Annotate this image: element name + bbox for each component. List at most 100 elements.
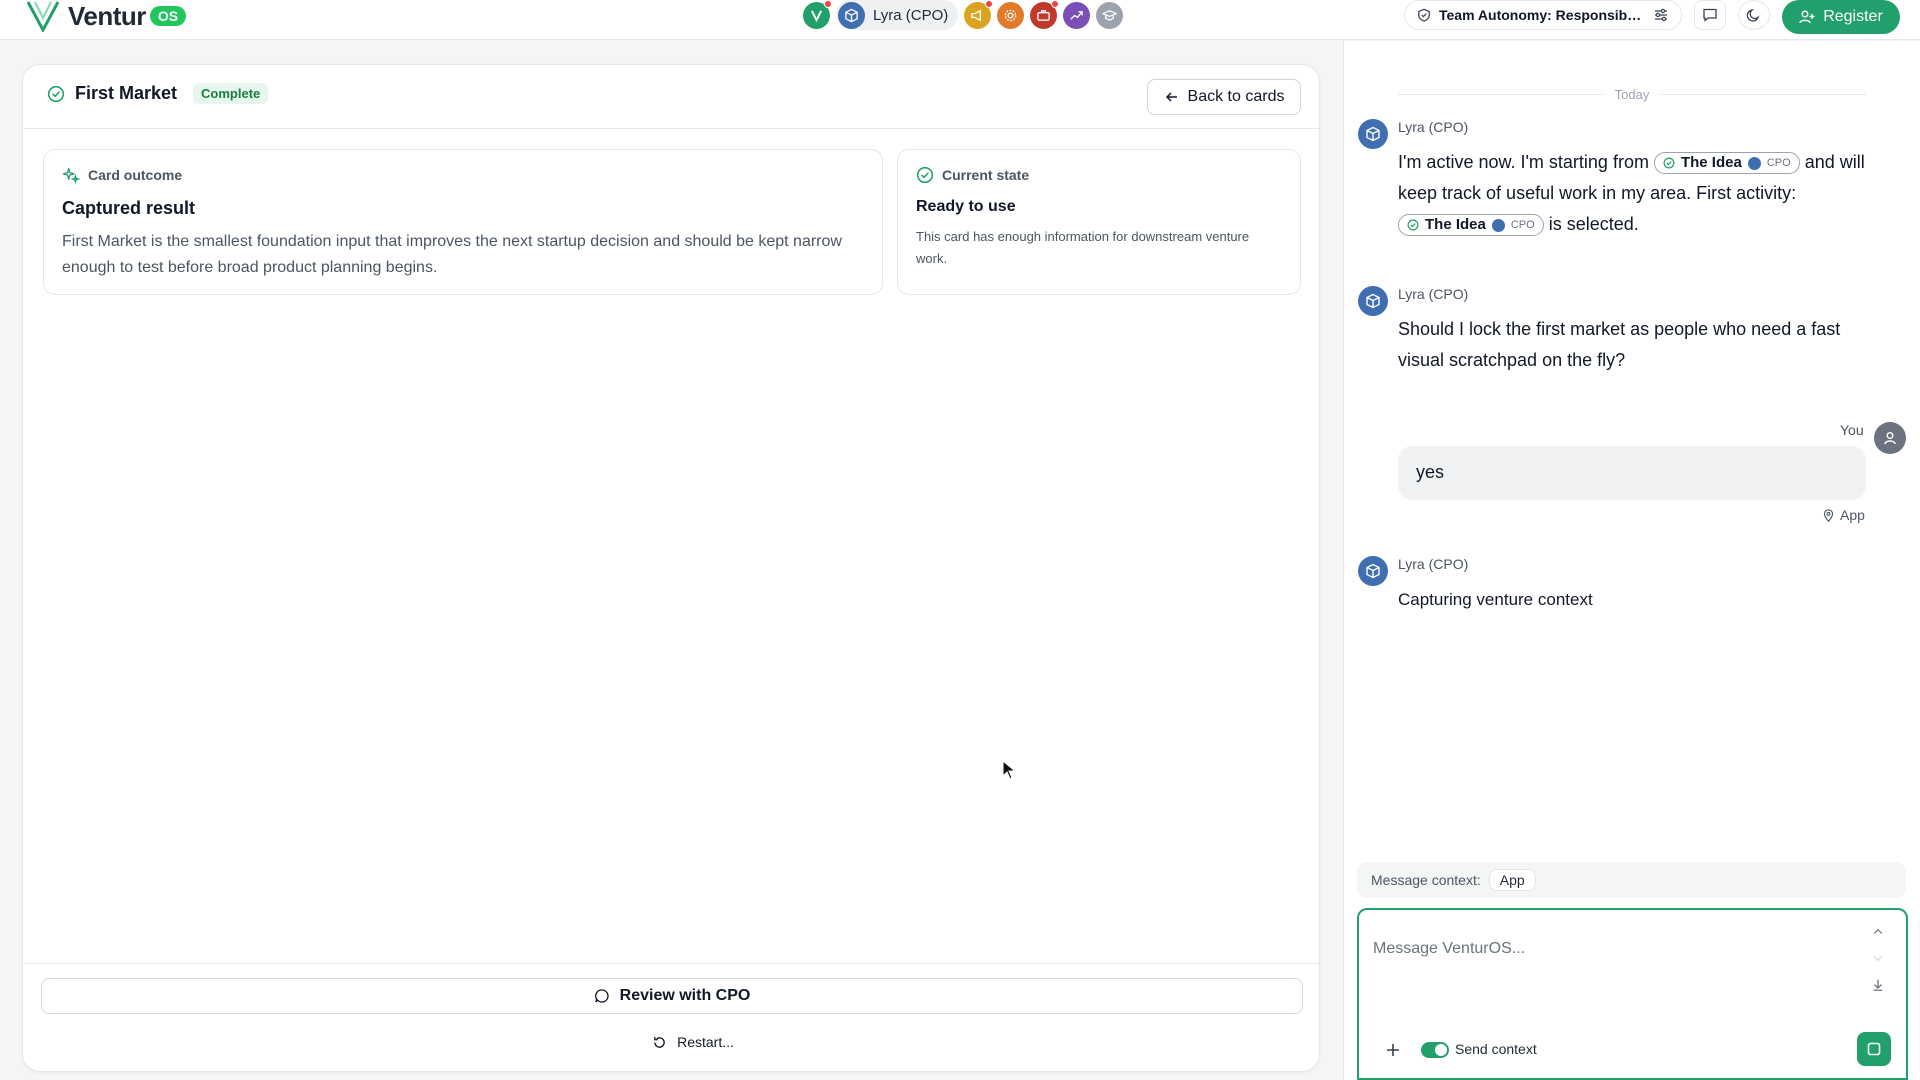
user-message-bubble: yes (1398, 446, 1866, 500)
chevron-down-icon[interactable] (1872, 952, 1884, 964)
card-detail-panel: First Market Complete Back to cards Card… (22, 64, 1320, 1072)
card-reference-chip[interactable]: The Idea CPO (1653, 152, 1800, 175)
notification-dot (824, 0, 832, 8)
cube-icon (845, 8, 858, 22)
message-input[interactable]: Message VenturOS... (1373, 940, 1525, 958)
message-context-bar: Message context: App (1357, 862, 1906, 898)
app-name: Ventur (68, 0, 146, 31)
card-reference-label: The Idea (1680, 154, 1742, 172)
arrow-left-icon (1165, 92, 1177, 102)
card-reference-label: The Idea (1425, 216, 1486, 234)
restart-button[interactable]: Restart... (623, 1028, 763, 1056)
active-agent-pill[interactable]: Lyra (CPO) (836, 0, 959, 30)
message-composer[interactable]: Message VenturOS... Send context (1357, 908, 1908, 1080)
top-bar: Ventur OS Lyra (CPO) Team Autonomy: Resp… (0, 0, 1920, 40)
mentor-agent-avatar[interactable] (1096, 1, 1124, 29)
message-context-title: Message context: (1371, 872, 1481, 888)
check-circle-icon (1407, 219, 1419, 231)
agent-switcher: Lyra (CPO) (803, 0, 1124, 30)
attach-button[interactable] (1385, 1038, 1401, 1064)
status-badge: Complete (193, 83, 269, 104)
register-label: Register (1823, 8, 1883, 25)
active-agent-label: Lyra (CPO) (873, 6, 949, 24)
back-to-cards-label: Back to cards (1187, 88, 1285, 105)
message-author: Lyra (CPO) (1398, 119, 1469, 135)
megaphone-icon (971, 9, 982, 21)
moon-icon (1746, 8, 1760, 22)
check-circle-icon (916, 166, 934, 184)
cpo-agent-dot (1747, 156, 1761, 170)
cube-icon (1366, 126, 1380, 142)
review-with-cpo-label: Review with CPO (619, 987, 751, 1004)
notification-dot (1051, 0, 1060, 8)
card-outcome-heading-row: Card outcome (62, 166, 864, 184)
briefcase-icon (1037, 9, 1051, 21)
sparkles-icon (62, 168, 80, 184)
chevron-up-icon[interactable] (1872, 926, 1884, 938)
card-outcome-body: First Market is the smallest foundation … (62, 233, 842, 276)
scroll-controls (1867, 926, 1889, 992)
card-outcome-box: Card outcome Captured result First Marke… (43, 149, 883, 295)
app-logo[interactable]: Ventur OS (26, 0, 187, 32)
card-footer: Review with CPO Restart... (23, 963, 1319, 1073)
message-text: Capturing venture context (1398, 590, 1593, 609)
logo-v-icon (26, 1, 60, 32)
card-outcome-title: Captured result (62, 198, 196, 218)
plus-icon (1387, 1044, 1399, 1056)
message-context-label: App (1840, 507, 1865, 523)
user-avatar (1874, 422, 1906, 454)
notification-dot (985, 0, 994, 8)
current-state-title: Ready to use (916, 198, 1016, 215)
back-to-cards-button[interactable]: Back to cards (1147, 79, 1301, 115)
card-reference-owner: CPO (1510, 219, 1535, 232)
trending-icon (1070, 10, 1084, 20)
card-reference-chip[interactable]: The Idea CPO (1398, 214, 1544, 237)
team-autonomy-selector[interactable]: Team Autonomy: Responsible... (1404, 0, 1682, 30)
download-icon[interactable] (1871, 978, 1885, 992)
mouse-cursor-icon (1002, 760, 1016, 780)
cpo-agent-dot (1491, 218, 1505, 232)
growth-agent-avatar[interactable] (1063, 1, 1091, 29)
send-context-toggle[interactable] (1421, 1042, 1449, 1058)
review-with-cpo-button[interactable]: Review with CPO (41, 978, 1303, 1014)
cpo-agent-avatar (1358, 119, 1388, 149)
marketing-agent-avatar[interactable] (964, 0, 994, 29)
user-author-label: You (1840, 422, 1864, 438)
message-author: Lyra (CPO) (1398, 556, 1469, 572)
finance-agent-avatar[interactable] (1030, 0, 1060, 29)
gear-icon (1004, 9, 1017, 21)
card-outcome-heading: Card outcome (88, 167, 183, 183)
check-circle-icon (1663, 157, 1675, 169)
message-text: I'm active now. I'm starting from The Id… (1398, 147, 1868, 240)
current-state-heading-row: Current state (916, 166, 1282, 184)
cpo-agent-avatar (1358, 286, 1388, 316)
cube-icon (1366, 293, 1380, 309)
feedback-button[interactable] (1694, 0, 1726, 30)
send-button[interactable] (1857, 1032, 1891, 1066)
cpo-agent-avatar (1358, 556, 1388, 586)
refresh-icon (654, 1036, 665, 1048)
theme-toggle-button[interactable] (1738, 0, 1770, 30)
message-context-tag: App (1822, 507, 1865, 523)
card-title-group: First Market Complete (47, 83, 269, 104)
tech-agent-avatar[interactable] (997, 1, 1025, 29)
map-pin-icon (1823, 508, 1834, 522)
message-context-chip[interactable]: App (1488, 869, 1536, 891)
message-text-part: is selected. (1548, 214, 1639, 234)
restart-label: Restart... (677, 1034, 734, 1050)
stop-icon (1867, 1042, 1881, 1056)
check-circle-icon (47, 85, 65, 102)
message-author: Lyra (CPO) (1398, 286, 1469, 302)
os-badge: OS (149, 6, 187, 26)
ventur-agent-avatar[interactable] (803, 0, 832, 29)
cpo-agent-avatar (838, 1, 865, 29)
message-icon (594, 989, 609, 1003)
day-divider-label: Today (1614, 87, 1650, 102)
register-button[interactable]: Register (1782, 0, 1900, 34)
current-state-heading: Current state (942, 167, 1030, 183)
shield-check-icon (1418, 8, 1430, 22)
card-title: First Market (75, 83, 178, 103)
team-autonomy-label: Team Autonomy: Responsible... (1439, 7, 1645, 23)
send-context-label: Send context (1455, 1041, 1537, 1057)
user-icon (1884, 432, 1896, 445)
